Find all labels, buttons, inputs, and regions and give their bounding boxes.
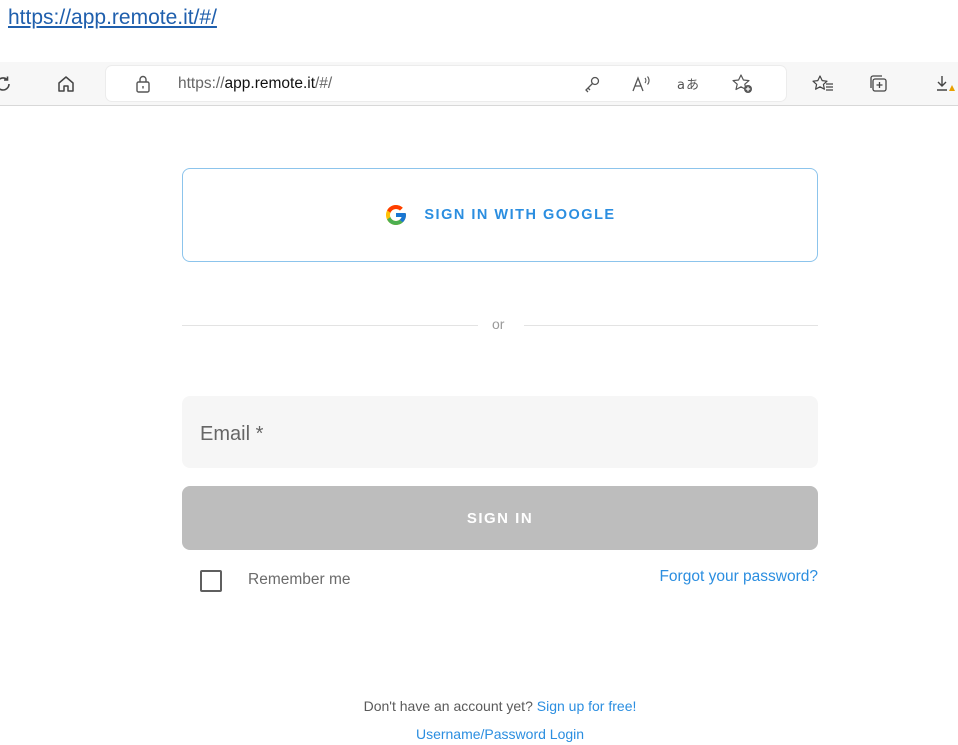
sign-in-with-google-button[interactable]: SIGN IN WITH GOOGLE xyxy=(182,168,818,262)
url-prefix: https:// xyxy=(178,75,225,92)
url-domain: app.remote.it xyxy=(224,75,315,92)
signup-prompt: Don't have an account yet? Sign up for f… xyxy=(0,698,958,714)
favorites-icon[interactable] xyxy=(808,62,838,105)
page: https://app.remote.it/#/ https://app.rem… xyxy=(0,0,958,745)
document-link[interactable]: https://app.remote.it/#/ xyxy=(8,6,217,30)
google-button-label: SIGN IN WITH GOOGLE xyxy=(424,207,616,223)
read-aloud-icon[interactable] xyxy=(628,66,656,101)
url-rest: /#/ xyxy=(315,75,333,92)
sign-up-link[interactable]: Sign up for free! xyxy=(537,698,637,714)
email-field[interactable]: Email * xyxy=(182,396,818,468)
sign-in-button[interactable]: SIGN IN xyxy=(182,486,818,550)
refresh-icon[interactable] xyxy=(0,62,14,105)
sign-in-button-label: SIGN IN xyxy=(466,509,534,527)
email-label: Email * xyxy=(200,423,264,445)
svg-text:あ: あ xyxy=(686,78,699,93)
divider-text: or xyxy=(492,316,505,332)
address-bar[interactable]: https://app.remote.it/#/ a あ xyxy=(106,66,786,101)
downloads-icon[interactable] xyxy=(934,62,958,105)
home-icon[interactable] xyxy=(54,62,78,105)
username-password-login-link[interactable]: Username/Password Login xyxy=(416,726,584,742)
add-favorite-icon[interactable] xyxy=(728,66,758,101)
forgot-password-link[interactable]: Forgot your password? xyxy=(659,568,818,586)
divider-line-right xyxy=(524,325,818,326)
remember-me-checkbox[interactable] xyxy=(200,570,222,592)
browser-toolbar: https://app.remote.it/#/ a あ xyxy=(0,62,958,106)
collections-icon[interactable] xyxy=(864,62,894,105)
lock-icon[interactable] xyxy=(134,74,152,94)
translate-icon[interactable]: a あ xyxy=(674,66,704,101)
no-account-text: Don't have an account yet? xyxy=(363,698,533,714)
svg-text:a: a xyxy=(677,78,685,93)
remember-me-label[interactable]: Remember me xyxy=(248,571,351,589)
key-icon[interactable] xyxy=(580,66,604,101)
google-logo-icon xyxy=(386,205,407,225)
divider-line-left xyxy=(182,325,478,326)
username-password-login-row: Username/Password Login xyxy=(0,726,958,742)
url-text[interactable]: https://app.remote.it/#/ xyxy=(178,75,332,93)
